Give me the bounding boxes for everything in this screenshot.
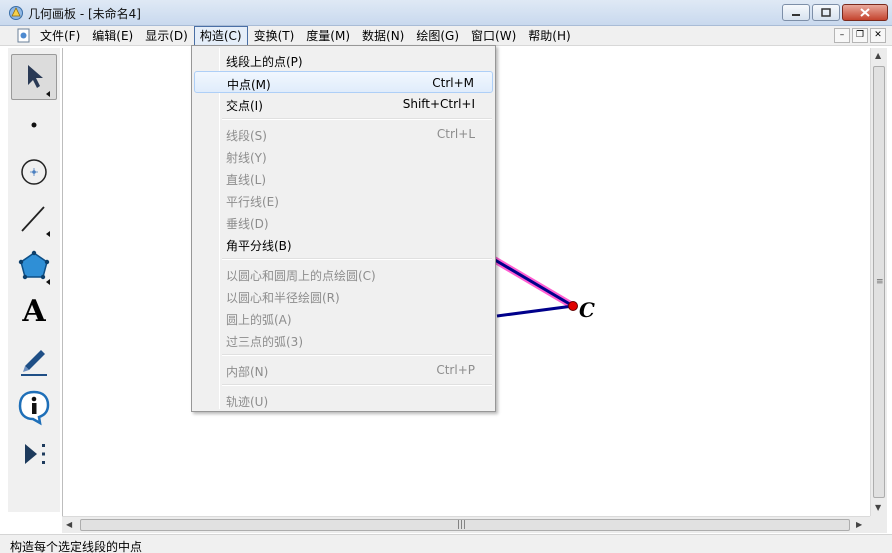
title-bar: 几何画板 - [未命名4]: [0, 0, 892, 26]
custom-tool[interactable]: [11, 430, 57, 476]
menu-item-segment[interactable]: 线段(S) Ctrl+L: [194, 123, 493, 145]
vertical-scrollbar[interactable]: ▲ ≡ ▼: [870, 48, 887, 517]
scroll-corner: [870, 516, 887, 533]
menu-item-arc-on-circle[interactable]: 圆上的弧(A): [194, 307, 493, 329]
menu-separator: [222, 354, 492, 356]
menu-item-label: 直线(L): [226, 173, 267, 187]
menu-edit[interactable]: 编辑(E): [86, 26, 139, 46]
polygon-tool[interactable]: [11, 242, 57, 288]
menu-item-shortcut: Shift+Ctrl+I: [402, 97, 475, 111]
menu-item-label: 内部(N): [226, 365, 269, 379]
close-icon: [860, 8, 870, 17]
scroll-up-arrow-icon[interactable]: ▲: [875, 51, 881, 60]
menu-item-arc-through-three-points[interactable]: 过三点的弧(3): [194, 329, 493, 351]
menu-graph[interactable]: 绘图(G): [410, 26, 465, 46]
scroll-left-arrow-icon[interactable]: ◀: [66, 520, 72, 529]
horizontal-grip-icon: |||: [457, 520, 467, 530]
status-text: 构造每个选定线段的中点: [10, 540, 143, 553]
maximize-button[interactable]: [812, 4, 840, 21]
compass-tool[interactable]: [11, 147, 57, 193]
point-c[interactable]: [568, 301, 578, 311]
segment-upper[interactable]: [494, 258, 574, 308]
information-tool[interactable]: [11, 383, 57, 429]
straightedge-tool-icon: [21, 206, 50, 237]
menu-item-label: 线段上的点(P): [226, 55, 303, 69]
menu-transform[interactable]: 变换(T): [248, 26, 301, 46]
custom-tool-icon: [25, 444, 45, 464]
information-tool-icon: [18, 390, 50, 426]
polygon-tool-icon: [18, 250, 50, 285]
menu-item-label: 中点(M): [227, 78, 271, 92]
scroll-right-arrow-icon[interactable]: ▶: [856, 520, 862, 529]
doc-minimize-button[interactable]: –: [834, 28, 850, 43]
menu-item-perpendicular-line[interactable]: 垂线(D): [194, 211, 493, 233]
menu-item-shortcut: Ctrl+P: [436, 363, 475, 377]
construct-menu-dropdown: 线段上的点(P) 中点(M) Ctrl+M 交点(I) Shift+Ctrl+I…: [191, 45, 496, 412]
menu-item-line[interactable]: 直线(L): [194, 167, 493, 189]
menu-item-label: 垂线(D): [226, 217, 269, 231]
menu-data[interactable]: 数据(N): [356, 26, 410, 46]
menu-item-interior[interactable]: 内部(N) Ctrl+P: [194, 359, 493, 381]
status-bar: 构造每个选定线段的中点: [0, 534, 892, 553]
scroll-down-arrow-icon[interactable]: ▼: [875, 503, 881, 512]
menu-file[interactable]: 文件(F): [34, 26, 86, 46]
point-c-label[interactable]: C: [579, 298, 595, 322]
menu-construct[interactable]: 构造(C): [193, 26, 248, 46]
menu-separator: [222, 118, 492, 120]
text-tool-icon: A: [22, 294, 46, 329]
menu-item-point-on-segment[interactable]: 线段上的点(P): [194, 49, 493, 71]
menu-display[interactable]: 显示(D): [139, 26, 194, 46]
menu-item-label: 平行线(E): [226, 195, 279, 209]
menu-item-shortcut: Ctrl+L: [436, 127, 475, 141]
horizontal-scrollbar[interactable]: ◀ ||| ▶: [62, 516, 870, 533]
menu-separator: [222, 384, 492, 386]
menu-item-midpoint[interactable]: 中点(M) Ctrl+M: [194, 71, 493, 93]
menu-item-intersection[interactable]: 交点(I) Shift+Ctrl+I: [194, 93, 493, 115]
menu-item-parallel-line[interactable]: 平行线(E): [194, 189, 493, 211]
segment-lower[interactable]: [496, 304, 574, 318]
point-tool-icon: [31, 122, 37, 128]
menu-measure[interactable]: 度量(M): [300, 26, 356, 46]
menu-item-label: 以圆心和圆周上的点绘圆(C): [226, 269, 376, 283]
doc-close-button[interactable]: ✕: [870, 28, 886, 43]
arrow-select-icon: [28, 65, 50, 97]
document-icon[interactable]: [17, 28, 31, 43]
menu-item-circle-by-center-point[interactable]: 以圆心和圆周上的点绘圆(C): [194, 263, 493, 285]
menu-item-circle-by-center-radius[interactable]: 以圆心和半径绘圆(R): [194, 285, 493, 307]
vertical-scroll-thumb[interactable]: ≡: [873, 66, 885, 498]
vertical-grip-icon: ≡: [876, 277, 884, 287]
compass-tool-icon: [21, 159, 47, 185]
minimize-icon: [792, 13, 800, 16]
window-title: 几何画板 - [未命名4]: [28, 7, 141, 21]
menu-item-label: 角平分线(B): [226, 239, 292, 253]
marker-tool-icon: [21, 350, 47, 376]
menu-help[interactable]: 帮助(H): [522, 26, 576, 46]
menu-item-label: 以圆心和半径绘圆(R): [226, 291, 340, 305]
close-button[interactable]: [842, 4, 888, 21]
menu-item-label: 射线(Y): [226, 151, 267, 165]
point-tool[interactable]: [11, 100, 57, 146]
app-logo-icon: [9, 6, 23, 20]
menu-item-angle-bisector[interactable]: 角平分线(B): [194, 233, 493, 255]
minimize-button[interactable]: [782, 4, 810, 21]
toolbox: A: [8, 48, 60, 512]
menu-item-label: 交点(I): [226, 99, 263, 113]
arrow-select-tool[interactable]: [11, 54, 57, 100]
straightedge-tool[interactable]: [11, 194, 57, 240]
marker-tool[interactable]: [11, 336, 57, 382]
menu-bar: 文件(F) 编辑(E) 显示(D) 构造(C) 变换(T) 度量(M) 数据(N…: [0, 26, 892, 46]
menu-item-locus[interactable]: 轨迹(U): [194, 389, 493, 411]
menu-item-label: 轨迹(U): [226, 395, 269, 409]
menu-item-ray[interactable]: 射线(Y): [194, 145, 493, 167]
menu-item-label: 线段(S): [226, 129, 267, 143]
maximize-icon: [821, 8, 831, 17]
horizontal-scroll-thumb[interactable]: |||: [80, 519, 850, 531]
text-tool[interactable]: A: [11, 289, 57, 335]
menu-item-label: 过三点的弧(3): [226, 335, 303, 349]
menu-window[interactable]: 窗口(W): [465, 26, 522, 46]
menu-item-shortcut: Ctrl+M: [432, 76, 474, 90]
doc-restore-button[interactable]: ❐: [852, 28, 868, 43]
menu-item-label: 圆上的弧(A): [226, 313, 292, 327]
menu-separator: [222, 258, 492, 260]
